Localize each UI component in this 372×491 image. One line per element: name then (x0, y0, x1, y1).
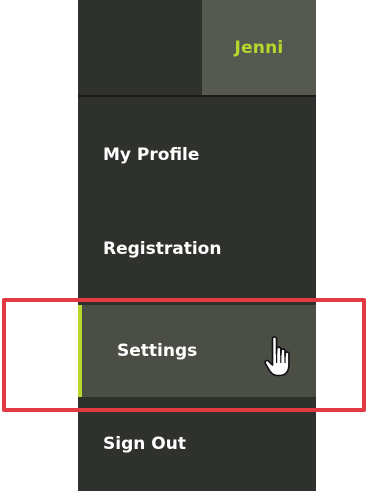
menu-item-label: Registration (103, 239, 222, 259)
menu-item-label: Sign Out (103, 434, 186, 454)
menu-item-registration[interactable]: Registration (78, 203, 316, 295)
menu-item-my-profile[interactable]: My Profile (78, 109, 316, 201)
active-indicator (78, 305, 82, 397)
menu-item-label: My Profile (103, 145, 200, 165)
menu-item-label: Settings (117, 341, 198, 361)
user-dropdown-menu: Jenni My Profile Registration Settings S… (78, 0, 316, 491)
menu-item-sign-out[interactable]: Sign Out (78, 398, 316, 490)
menu-header-bar: Jenni (78, 0, 316, 97)
user-name-label: Jenni (234, 37, 284, 58)
user-account-button[interactable]: Jenni (202, 0, 316, 95)
hand-pointer-icon (264, 336, 290, 377)
